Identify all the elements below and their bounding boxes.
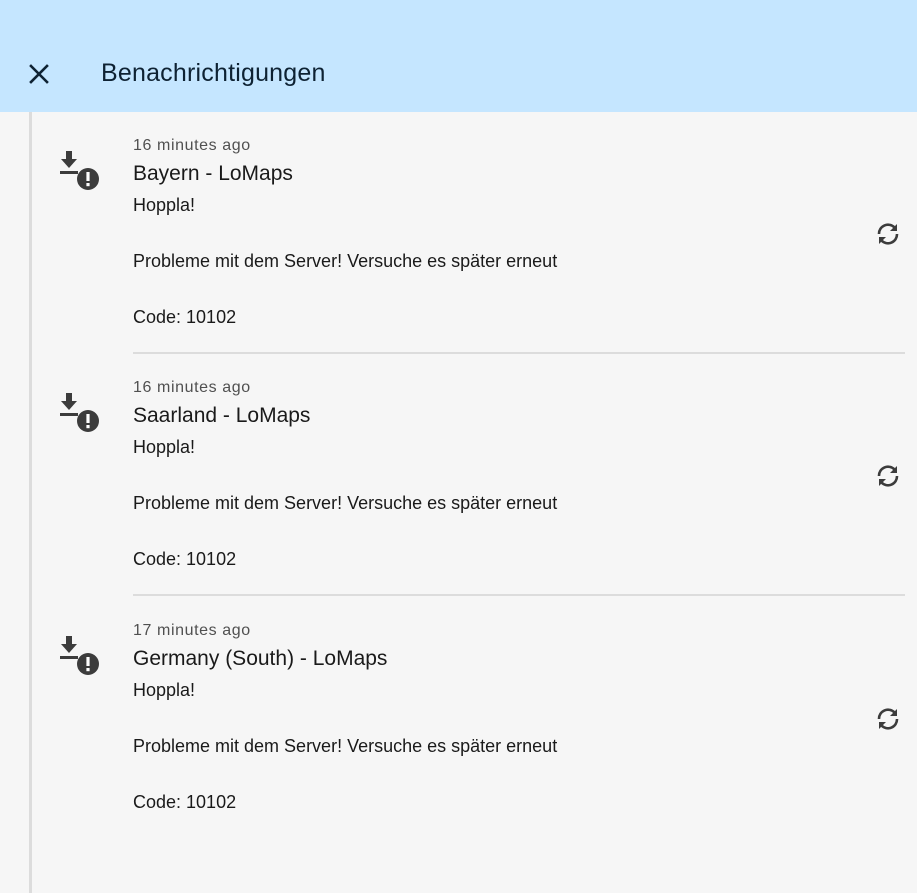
download-error-icon bbox=[60, 151, 99, 190]
notification-message: Probleme mit dem Server! Versuche es spä… bbox=[133, 251, 558, 271]
notification-message: Probleme mit dem Server! Versuche es spä… bbox=[133, 736, 558, 756]
notification-heading: Hoppla! bbox=[133, 437, 196, 457]
retry-icon bbox=[877, 223, 899, 245]
app-bar: Benachrichtigungen bbox=[0, 0, 917, 112]
notification-time: 16 minutes ago bbox=[133, 379, 251, 396]
retry-icon bbox=[877, 465, 899, 487]
retry-button[interactable] bbox=[866, 699, 910, 739]
notification-title: Germany (South) - LoMaps bbox=[133, 647, 388, 670]
close-icon bbox=[29, 64, 49, 84]
notification-time: 16 minutes ago bbox=[133, 137, 251, 154]
notification-list: 16 minutes ago Bayern - LoMaps Hoppla! P… bbox=[0, 112, 917, 893]
download-error-icon bbox=[60, 393, 99, 432]
notification-title: Bayern - LoMaps bbox=[133, 162, 293, 185]
retry-button[interactable] bbox=[866, 456, 910, 496]
notification-time: 17 minutes ago bbox=[133, 622, 251, 639]
notification-code: Code: 10102 bbox=[133, 307, 237, 327]
page-title: Benachrichtigungen bbox=[101, 59, 326, 87]
notification-code: Code: 10102 bbox=[133, 549, 237, 569]
notification-item: 16 minutes ago Saarland - LoMaps Hoppla!… bbox=[0, 354, 917, 596]
notification-message: Probleme mit dem Server! Versuche es spä… bbox=[133, 493, 558, 513]
notification-code: Code: 10102 bbox=[133, 792, 237, 812]
retry-icon bbox=[877, 708, 899, 730]
retry-button[interactable] bbox=[866, 214, 910, 254]
notification-item: 17 minutes ago Germany (South) - LoMaps … bbox=[0, 597, 917, 839]
close-button[interactable] bbox=[18, 53, 60, 95]
notification-heading: Hoppla! bbox=[133, 195, 196, 215]
notification-title: Saarland - LoMaps bbox=[133, 404, 311, 427]
notification-item: 16 minutes ago Bayern - LoMaps Hoppla! P… bbox=[0, 112, 917, 354]
divider bbox=[133, 594, 905, 596]
notification-heading: Hoppla! bbox=[133, 680, 196, 700]
download-error-icon bbox=[60, 636, 99, 675]
